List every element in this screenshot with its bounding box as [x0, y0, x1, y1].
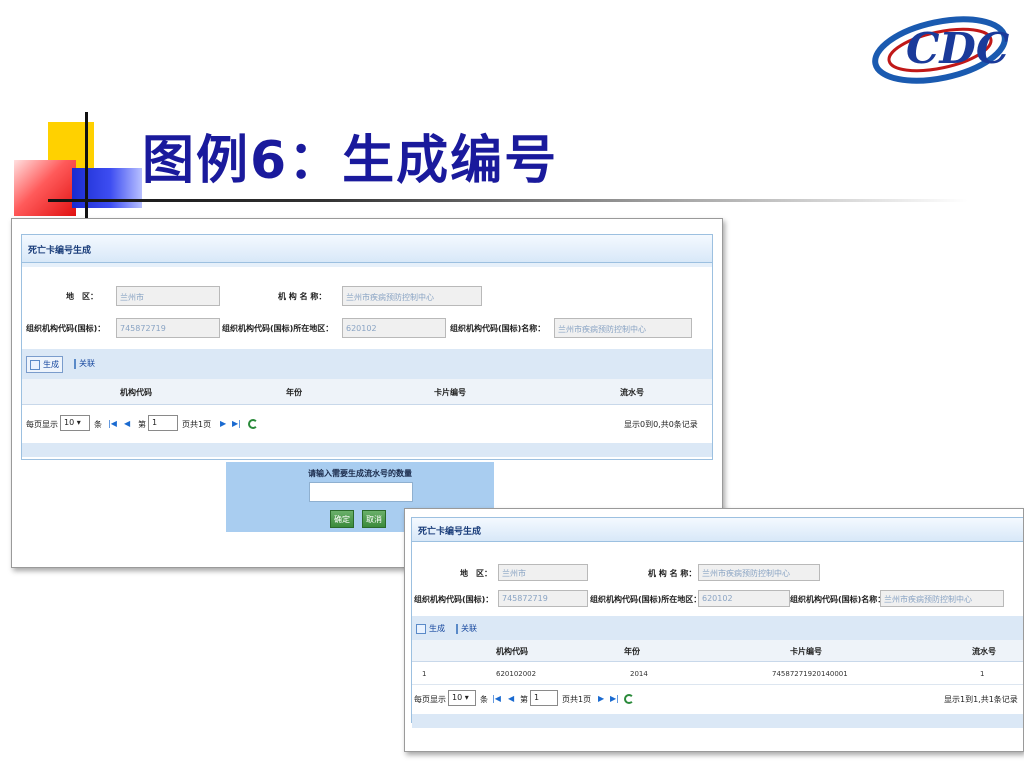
col-org-code: 机构代码: [496, 647, 528, 656]
close-button[interactable]: 关联: [450, 623, 477, 634]
cancel-button[interactable]: 取消: [362, 510, 386, 528]
org-name2-field[interactable]: 兰州市疾病预防控制中心: [880, 590, 1004, 607]
org-area-field[interactable]: 620102: [342, 318, 446, 338]
org-code-label: 组织机构代码(国标)：: [414, 595, 494, 604]
cell-serial: 1: [980, 670, 985, 678]
screenshot-after: 死亡卡编号生成 地 区： 兰州市 机 构 名 称： 兰州市疾病预防控制中心 组织…: [404, 508, 1024, 752]
last-page-icon[interactable]: ▶|: [232, 419, 241, 428]
cell-org-code: 620102002: [496, 670, 537, 678]
last-page-icon[interactable]: ▶|: [610, 694, 619, 703]
org-name2-label: 组织机构代码(国标)名称：: [450, 324, 546, 333]
col-card-no: 卡片编号: [790, 647, 822, 656]
decor-vertical-line: [85, 112, 88, 222]
panel-footer: [22, 443, 712, 457]
next-page-icon[interactable]: ▶: [220, 419, 226, 428]
region-field[interactable]: 兰州市: [498, 564, 588, 581]
death-card-panel: 死亡卡编号生成 地 区： 兰州市 机 构 名 称： 兰州市疾病预防控制中心 组织…: [21, 234, 713, 460]
col-serial: 流水号: [972, 647, 996, 656]
generate-button[interactable]: 生成: [416, 623, 445, 634]
serial-count-input[interactable]: [309, 482, 413, 502]
slide-title: 图例6：生成编号: [142, 131, 559, 191]
generate-button[interactable]: 生成: [26, 356, 63, 373]
next-page-icon[interactable]: ▶: [598, 694, 604, 703]
first-page-icon[interactable]: |◀: [492, 694, 501, 703]
svg-text:CDC: CDC: [906, 24, 1010, 73]
col-serial: 流水号: [620, 388, 644, 397]
pager-status: 显示0到0,共0条记录: [624, 420, 698, 429]
row-index: 1: [422, 670, 427, 678]
cdc-logo: CDC: [872, 16, 1010, 84]
pager: 每页显示 10 ▾ 条 |◀ ◀ 第 1 页共1页 ▶ ▶| 显示0到0,共0条…: [22, 411, 712, 437]
org-code-label: 组织机构代码(国标)：: [26, 324, 106, 333]
close-button[interactable]: 关联: [68, 358, 95, 369]
org-area-field[interactable]: 620102: [698, 590, 790, 607]
col-card-no: 卡片编号: [434, 388, 466, 397]
decor-title-underline: [48, 199, 968, 202]
org-code-field[interactable]: 745872719: [116, 318, 220, 338]
prev-page-icon[interactable]: ◀: [508, 694, 514, 703]
org-area-label: 组织机构代码(国标)所在地区：: [590, 595, 702, 604]
table-row[interactable]: 1 620102002 2014 7458727192014000​1 1: [412, 663, 1023, 685]
table-header: 机构代码 年份 卡片编号 流水号: [412, 640, 1023, 662]
page-input[interactable]: 1: [530, 690, 558, 706]
page-prefix: 第: [520, 695, 528, 704]
col-org-code: 机构代码: [120, 388, 152, 397]
toolbar: 生成 关联: [22, 349, 712, 379]
cell-card-no: 7458727192014000​1: [772, 670, 848, 678]
ok-button[interactable]: 确定: [330, 510, 354, 528]
page-suffix: 页共1页: [182, 420, 212, 429]
page-suffix: 页共1页: [562, 695, 592, 704]
items-unit: 条: [94, 420, 102, 429]
dialog-prompt: 请输入需要生成流水号的数量: [308, 469, 412, 478]
org-name-field[interactable]: 兰州市疾病预防控制中心: [698, 564, 820, 581]
items-unit: 条: [480, 695, 488, 704]
panel-title: 死亡卡编号生成: [412, 518, 1023, 542]
prev-page-icon[interactable]: ◀: [124, 419, 130, 428]
refresh-icon[interactable]: [248, 419, 258, 429]
cell-year: 2014: [630, 670, 648, 678]
panel-separator: [22, 263, 712, 267]
panel-title: 死亡卡编号生成: [22, 235, 712, 263]
toolbar: 生成 关联: [412, 616, 1023, 640]
org-code-field[interactable]: 745872719: [498, 590, 588, 607]
org-name-field[interactable]: 兰州市疾病预防控制中心: [342, 286, 482, 306]
death-card-panel-result: 死亡卡编号生成 地 区： 兰州市 机 构 名 称： 兰州市疾病预防控制中心 组织…: [411, 517, 1023, 728]
org-name2-label: 组织机构代码(国标)名称：: [790, 595, 886, 604]
org-name-label: 机 构 名 称：: [648, 569, 697, 578]
close-icon: [68, 358, 76, 369]
first-page-icon[interactable]: |◀: [108, 419, 117, 428]
per-page-select[interactable]: 10 ▾: [60, 415, 90, 431]
col-year: 年份: [624, 647, 640, 656]
org-name-label: 机 构 名 称：: [278, 292, 327, 301]
per-page-label: 每页显示: [414, 695, 446, 704]
pager-status: 显示1到1,共1条记录: [944, 695, 1018, 704]
decor-blue-bar: [72, 168, 142, 208]
refresh-icon[interactable]: [624, 694, 634, 704]
decor-red-square: [14, 160, 76, 216]
col-year: 年份: [286, 388, 302, 397]
panel-footer: [412, 714, 1023, 728]
pager: 每页显示 10 ▾ 条 |◀ ◀ 第 1 页共1页 ▶ ▶| 显示1到1,共1条…: [412, 686, 1023, 712]
page-prefix: 第: [138, 420, 146, 429]
page-input[interactable]: 1: [148, 415, 178, 431]
org-area-label: 组织机构代码(国标)所在地区：: [222, 324, 334, 333]
per-page-select[interactable]: 10 ▾: [448, 690, 476, 706]
per-page-label: 每页显示: [26, 420, 58, 429]
region-field[interactable]: 兰州市: [116, 286, 220, 306]
generate-icon: [30, 359, 40, 370]
region-label: 地 区：: [66, 292, 98, 301]
region-label: 地 区：: [460, 569, 492, 578]
org-name2-field[interactable]: 兰州市疾病预防控制中心: [554, 318, 692, 338]
generate-icon: [416, 623, 426, 634]
close-icon: [450, 623, 458, 634]
table-header: 机构代码 年份 卡片编号 流水号: [22, 379, 712, 405]
